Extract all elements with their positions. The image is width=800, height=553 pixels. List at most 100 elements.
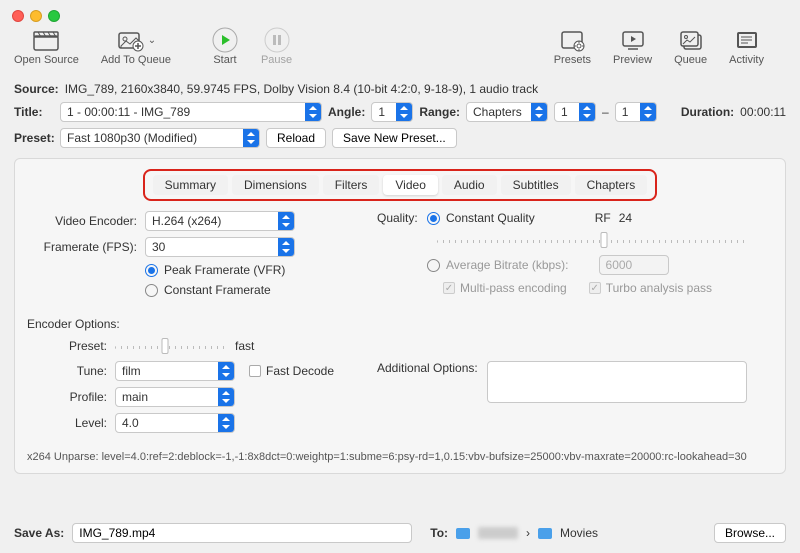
preset-value: Fast 1080p30 (Modified) <box>61 131 243 145</box>
average-bitrate-label: Average Bitrate (kbps): <box>446 258 569 272</box>
encoder-select[interactable]: H.264 (x264) <box>145 211 295 231</box>
window-close[interactable] <box>12 10 24 22</box>
presets-button[interactable]: Presets <box>554 28 591 66</box>
activity-button[interactable]: Activity <box>729 28 764 66</box>
queue-label: Queue <box>674 54 707 66</box>
tab-strip-highlight: Summary Dimensions Filters Video Audio S… <box>143 169 658 201</box>
level-select[interactable]: 4.0 <box>115 413 235 433</box>
to-label: To: <box>430 526 448 540</box>
rf-label: RF <box>595 211 611 225</box>
duration-label: Duration: <box>681 105 734 119</box>
angle-value: 1 <box>372 105 396 119</box>
peak-framerate-radio[interactable] <box>145 264 158 277</box>
browse-button[interactable]: Browse... <box>714 523 786 543</box>
tab-subtitles[interactable]: Subtitles <box>501 175 571 195</box>
window-minimize[interactable] <box>30 10 42 22</box>
activity-label: Activity <box>729 54 764 66</box>
start-button[interactable]: Start <box>211 28 239 66</box>
duration-value: 00:00:11 <box>740 105 786 119</box>
x264-unparse: x264 Unparse: level=4.0:ref=2:deblock=-1… <box>27 451 773 463</box>
range-from-select[interactable]: 1 <box>554 102 596 122</box>
range-to-value: 1 <box>616 105 640 119</box>
pause-icon <box>263 28 291 52</box>
save-bar: Save As: To: › Movies Browse... <box>0 512 800 553</box>
profile-value: main <box>116 390 218 404</box>
presets-icon <box>558 28 586 52</box>
fast-decode-label: Fast Decode <box>266 364 334 378</box>
folder-icon <box>538 528 552 539</box>
clapper-icon <box>32 28 60 52</box>
enc-preset-value: fast <box>235 339 254 353</box>
turbo-label: Turbo analysis pass <box>606 281 712 295</box>
preview-icon <box>619 28 647 52</box>
activity-icon <box>733 28 761 52</box>
tab-strip: Summary Dimensions Filters Video Audio S… <box>27 169 773 201</box>
encoder-value: H.264 (x264) <box>146 214 278 228</box>
preset-select[interactable]: Fast 1080p30 (Modified) <box>60 128 260 148</box>
queue-add-icon <box>116 28 144 52</box>
tune-select[interactable]: film <box>115 361 235 381</box>
save-as-input[interactable] <box>72 523 412 543</box>
save-as-label: Save As: <box>14 526 64 540</box>
title-select[interactable]: 1 - 00:00:11 - IMG_789 <box>60 102 322 122</box>
chevron-down-icon[interactable]: ⌄ <box>148 35 156 46</box>
source-value: IMG_789, 2160x3840, 59.9745 FPS, Dolby V… <box>65 82 538 96</box>
start-label: Start <box>213 54 236 66</box>
tab-dimensions[interactable]: Dimensions <box>232 175 319 195</box>
play-icon <box>211 28 239 52</box>
range-to-select[interactable]: 1 <box>615 102 657 122</box>
multipass-check <box>443 282 455 294</box>
open-source-button[interactable]: Open Source <box>14 28 79 66</box>
window-maximize[interactable] <box>48 10 60 22</box>
save-new-preset-button[interactable]: Save New Preset... <box>332 128 457 148</box>
queue-icon <box>677 28 705 52</box>
title-label: Title: <box>14 105 54 119</box>
tab-filters[interactable]: Filters <box>323 175 380 195</box>
folder-icon <box>456 528 470 539</box>
queue-button[interactable]: Queue <box>674 28 707 66</box>
fast-decode-check[interactable] <box>249 365 261 377</box>
tab-chapters[interactable]: Chapters <box>575 175 648 195</box>
constant-quality-radio[interactable] <box>427 212 440 225</box>
constant-framerate-radio[interactable] <box>145 284 158 297</box>
enc-preset-label: Preset: <box>27 339 107 353</box>
path-separator: › <box>526 526 530 540</box>
updown-icon <box>305 103 321 121</box>
rf-value: 24 <box>619 211 632 225</box>
pause-button: Pause <box>261 28 292 66</box>
encoder-options-label: Encoder Options: <box>27 317 773 331</box>
range-select[interactable]: Chapters <box>466 102 548 122</box>
redacted-path <box>478 527 518 539</box>
fps-label: Framerate (FPS): <box>27 240 137 254</box>
main-toolbar: Open Source ⌄ Add To Queue Start Pause <box>0 22 800 76</box>
angle-select[interactable]: 1 <box>371 102 413 122</box>
profile-label: Profile: <box>27 390 107 404</box>
peak-framerate-label: Peak Framerate (VFR) <box>164 263 285 277</box>
average-bitrate-radio[interactable] <box>427 259 440 272</box>
tab-video[interactable]: Video <box>383 175 437 195</box>
level-label: Level: <box>27 416 107 430</box>
pause-label: Pause <box>261 54 292 66</box>
range-value: Chapters <box>467 105 531 119</box>
tab-summary[interactable]: Summary <box>153 175 228 195</box>
presets-label: Presets <box>554 54 591 66</box>
enc-preset-slider[interactable] <box>115 337 225 355</box>
reload-button[interactable]: Reload <box>266 128 326 148</box>
tab-audio[interactable]: Audio <box>442 175 497 195</box>
add-to-queue-button[interactable]: ⌄ Add To Queue <box>101 28 171 66</box>
profile-select[interactable]: main <box>115 387 235 407</box>
tune-label: Tune: <box>27 364 107 378</box>
quality-slider[interactable] <box>437 231 747 249</box>
preset-label: Preset: <box>14 131 54 145</box>
additional-options-input[interactable] <box>487 361 747 403</box>
fps-value: 30 <box>146 240 278 254</box>
range-dash: – <box>602 105 609 119</box>
title-select-value: 1 - 00:00:11 - IMG_789 <box>61 105 305 119</box>
preview-button[interactable]: Preview <box>613 28 652 66</box>
open-source-label: Open Source <box>14 54 79 66</box>
angle-label: Angle: <box>328 105 365 119</box>
fps-select[interactable]: 30 <box>145 237 295 257</box>
additional-options-label: Additional Options: <box>377 361 487 375</box>
video-panel: Summary Dimensions Filters Video Audio S… <box>14 158 786 474</box>
bitrate-input <box>599 255 669 275</box>
